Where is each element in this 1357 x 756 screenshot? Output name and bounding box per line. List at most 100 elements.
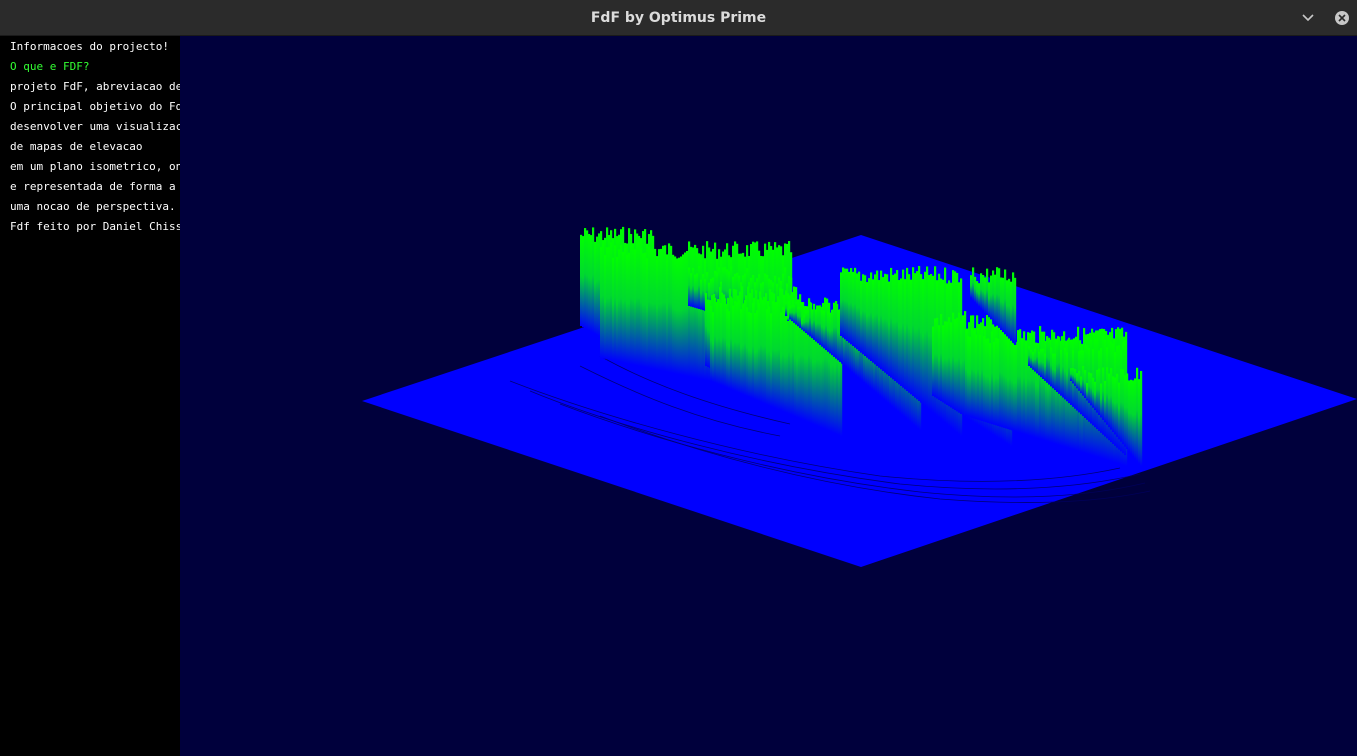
peak-bar (1050, 347, 1053, 387)
peak-bar (868, 278, 871, 360)
peak-bar (987, 338, 990, 423)
peak-bar (904, 279, 907, 390)
peak-bar (592, 227, 595, 333)
peak-bar (1056, 340, 1059, 392)
peak-bar (696, 248, 699, 379)
peak-bar (658, 249, 661, 371)
peak-bar (994, 274, 997, 324)
peak-bar (787, 316, 790, 321)
peak-bar (958, 312, 961, 413)
peak-bar (807, 310, 810, 335)
peak-bar (776, 301, 779, 409)
peak-bar (854, 267, 857, 348)
peak-bar (1036, 343, 1039, 374)
peak-bar (1033, 331, 1036, 438)
peak-bar (748, 311, 751, 398)
peak-bar (1041, 331, 1044, 440)
peak-bar (1015, 342, 1018, 432)
peak-bar (997, 338, 1000, 426)
peak-bar (906, 267, 909, 391)
peak-bar (1008, 278, 1011, 339)
peak-bar (1132, 380, 1135, 457)
peak-bar (886, 274, 889, 375)
peak-bar (848, 271, 851, 343)
peak-bar (970, 275, 973, 298)
peak-bar (1042, 348, 1045, 379)
peak-bar (1134, 378, 1137, 459)
peak-bar (898, 280, 901, 385)
peak-bar (778, 298, 781, 410)
peak-bar (604, 254, 607, 359)
peak-bar (1039, 326, 1042, 440)
close-button[interactable] (1332, 8, 1352, 28)
peak-bar (710, 305, 713, 381)
peak-bar (688, 267, 691, 306)
peak-bar (1080, 376, 1083, 394)
peak-bar (1126, 373, 1129, 449)
chevron-down-icon (1302, 14, 1314, 22)
peak-bar (876, 270, 879, 366)
peak-bar (1004, 269, 1007, 335)
peak-bar (948, 317, 951, 407)
info-heading: Informacoes do projecto! (10, 40, 169, 53)
title-bar[interactable]: FdF by Optimus Prime (0, 0, 1357, 36)
peak-bar (1054, 353, 1057, 391)
peak-bar (1070, 368, 1073, 381)
peak-bar (888, 281, 891, 376)
peak-bar (882, 277, 885, 371)
peak-bar (922, 279, 925, 405)
isometric-map[interactable] (180, 36, 1357, 756)
peak-bar (1012, 272, 1015, 343)
peak-bar (1006, 280, 1009, 337)
peak-bar (692, 267, 695, 308)
peak-bar (1076, 373, 1079, 389)
peak-bar (892, 274, 895, 380)
peak-bar (926, 266, 929, 408)
peak-bar (770, 313, 773, 407)
peak-bar (1038, 351, 1041, 376)
peak-bar (946, 321, 949, 405)
peak-bar (1046, 336, 1049, 383)
peak-bar (1094, 381, 1097, 411)
peak-bar (971, 328, 974, 418)
peak-bar (993, 341, 996, 425)
peak-bar (1064, 347, 1067, 400)
peak-bar (732, 305, 735, 391)
peak-bar (835, 301, 838, 359)
peak-bar (588, 233, 591, 331)
peak-bar (785, 302, 788, 316)
info-line: uma nocao de perspectiva. (10, 200, 176, 213)
peak-bar (837, 309, 840, 361)
peak-bar (620, 245, 623, 363)
peak-bar (1118, 382, 1121, 440)
peak-bar (766, 309, 769, 405)
peak-bar (952, 312, 955, 409)
peak-bar (640, 248, 643, 367)
peak-bar (1000, 277, 1003, 330)
peak-bar (829, 312, 832, 354)
peak-bar (1034, 348, 1037, 372)
peak-bar (870, 272, 873, 361)
peak-bar (650, 248, 653, 369)
peak-bar (934, 318, 937, 398)
peak-bar (973, 330, 976, 419)
peak-bar (700, 254, 703, 380)
peak-bar (1003, 331, 1006, 428)
peak-bar (730, 296, 733, 390)
peak-bar (1002, 277, 1005, 333)
peak-bar (974, 276, 977, 303)
peak-bar (1124, 375, 1127, 447)
peak-bar (1112, 376, 1115, 432)
peak-bar (1009, 336, 1012, 430)
peak-bar (991, 331, 994, 425)
minimize-button[interactable] (1298, 8, 1318, 28)
render-viewport[interactable] (180, 36, 1357, 756)
peak-bar (768, 306, 771, 406)
peak-bar (999, 326, 1002, 427)
peak-bar (724, 298, 727, 387)
peak-bar (1019, 329, 1022, 433)
peak-bar (972, 267, 975, 301)
info-line: desenvolver uma visualizacao (10, 120, 180, 133)
peak-bar (977, 327, 980, 420)
close-icon (1335, 11, 1349, 25)
